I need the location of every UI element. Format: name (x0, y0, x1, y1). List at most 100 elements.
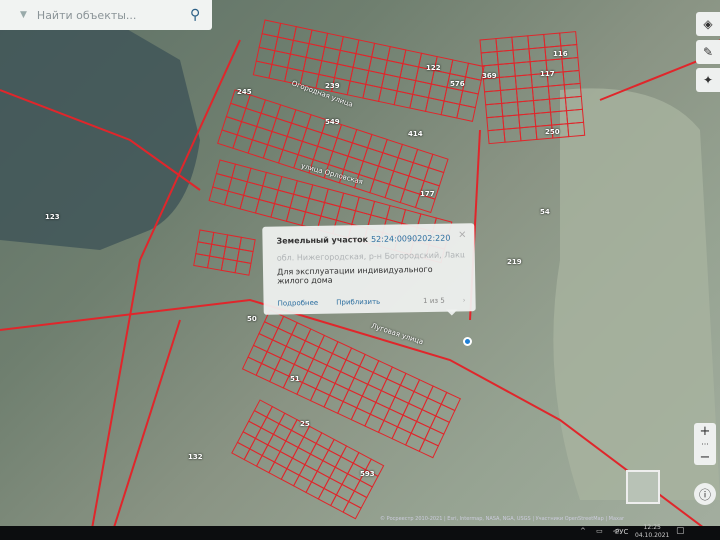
parcel[interactable] (296, 381, 317, 402)
parcel[interactable] (519, 125, 538, 142)
parcel[interactable] (271, 327, 293, 347)
parcel[interactable] (272, 423, 293, 442)
parcel[interactable] (440, 391, 461, 412)
parcel[interactable] (364, 413, 385, 433)
pencil-icon[interactable]: ✎ (696, 40, 720, 64)
parcel[interactable] (260, 351, 282, 371)
parcel[interactable] (342, 500, 362, 520)
parcel[interactable] (268, 461, 288, 480)
parcel[interactable] (339, 359, 361, 379)
parcel[interactable] (323, 477, 343, 496)
parcel[interactable] (322, 449, 342, 468)
parcel[interactable] (231, 441, 251, 461)
parcel[interactable] (255, 454, 276, 474)
parcel[interactable] (424, 427, 445, 447)
search-bar[interactable]: ▼ Найти объекты... ⚲ (0, 0, 212, 30)
parcel[interactable] (253, 399, 274, 418)
info-icon[interactable]: ⓘ (694, 483, 716, 505)
parcel[interactable] (206, 255, 224, 271)
parcel[interactable] (369, 401, 391, 422)
parcel[interactable] (266, 405, 286, 425)
parcel[interactable] (342, 389, 363, 409)
parcel[interactable] (394, 384, 415, 404)
parcel[interactable] (315, 432, 335, 451)
parcel[interactable] (220, 257, 238, 274)
parcel[interactable] (301, 370, 323, 390)
parcel[interactable] (285, 333, 306, 354)
parcel[interactable] (372, 360, 394, 380)
parcel[interactable] (258, 321, 279, 341)
parcel[interactable] (543, 32, 562, 48)
parcel[interactable] (531, 85, 550, 102)
parcel[interactable] (497, 62, 516, 78)
parcel[interactable] (243, 448, 263, 467)
parcel[interactable] (242, 420, 262, 440)
parcel[interactable] (528, 46, 547, 63)
parcel[interactable] (487, 128, 506, 145)
parcel[interactable] (326, 352, 347, 373)
parcel[interactable] (247, 344, 268, 365)
parcel[interactable] (261, 444, 281, 463)
parcel[interactable] (503, 127, 522, 143)
parcel[interactable] (495, 36, 514, 53)
search-input[interactable]: Найти объекты... (37, 9, 190, 22)
cadastral-number[interactable]: 52:24:0090202:220 (371, 234, 450, 244)
parcel[interactable] (511, 35, 530, 51)
parcel[interactable] (350, 407, 372, 427)
parcel[interactable] (496, 49, 515, 66)
parcel[interactable] (331, 341, 353, 361)
parcel[interactable] (356, 395, 377, 415)
more-link[interactable]: Подробнее (278, 299, 319, 308)
parcel[interactable] (353, 479, 374, 499)
parcel[interactable] (327, 438, 348, 458)
notification-icon[interactable]: ▢ (676, 526, 685, 536)
parcel[interactable] (279, 440, 299, 459)
parcel[interactable] (396, 414, 418, 434)
parcel[interactable] (501, 101, 520, 117)
parcel[interactable] (280, 467, 300, 487)
parcel[interactable] (234, 260, 252, 276)
parcel[interactable] (532, 98, 552, 115)
parcel[interactable] (348, 490, 368, 509)
sparkle-icon[interactable]: ✦ (696, 68, 720, 92)
parcel[interactable] (413, 379, 434, 399)
parcel[interactable] (485, 102, 504, 119)
parcel[interactable] (377, 419, 399, 440)
parcel[interactable] (402, 402, 423, 423)
parcel[interactable] (252, 332, 274, 353)
parcel[interactable] (273, 450, 294, 470)
parcel[interactable] (348, 377, 369, 397)
parcel[interactable] (383, 408, 404, 428)
parcel[interactable] (312, 346, 334, 366)
parcel[interactable] (267, 433, 287, 453)
layers-icon[interactable]: ◈ (696, 12, 720, 36)
parcel[interactable] (353, 365, 374, 385)
parcel[interactable] (426, 385, 448, 405)
parcel[interactable] (391, 426, 412, 446)
parcel[interactable] (292, 474, 313, 494)
parcel[interactable] (518, 112, 537, 129)
parcel[interactable] (561, 56, 580, 73)
parcel[interactable] (486, 115, 505, 132)
parcel[interactable] (280, 345, 301, 366)
parcel[interactable] (514, 74, 533, 90)
parcel[interactable] (254, 427, 275, 446)
parcel[interactable] (352, 451, 372, 471)
parcel[interactable] (193, 253, 211, 269)
search-icon[interactable]: ⚲ (190, 7, 212, 23)
zoom-out-button[interactable]: − (700, 450, 711, 465)
zoom-to-link[interactable]: Приблизить (336, 298, 380, 307)
parcel[interactable] (269, 369, 290, 389)
parcel[interactable] (309, 388, 331, 408)
parcel[interactable] (483, 89, 503, 106)
parcel[interactable] (499, 88, 519, 104)
basemap-switcher[interactable] (626, 470, 660, 504)
parcel[interactable] (315, 376, 336, 396)
parcel[interactable] (399, 372, 421, 393)
parcel[interactable] (513, 61, 532, 77)
parcel[interactable] (285, 429, 305, 449)
parcel[interactable] (260, 416, 280, 436)
parcel[interactable] (303, 425, 323, 445)
parcel[interactable] (298, 463, 318, 483)
parcel[interactable] (361, 383, 383, 404)
